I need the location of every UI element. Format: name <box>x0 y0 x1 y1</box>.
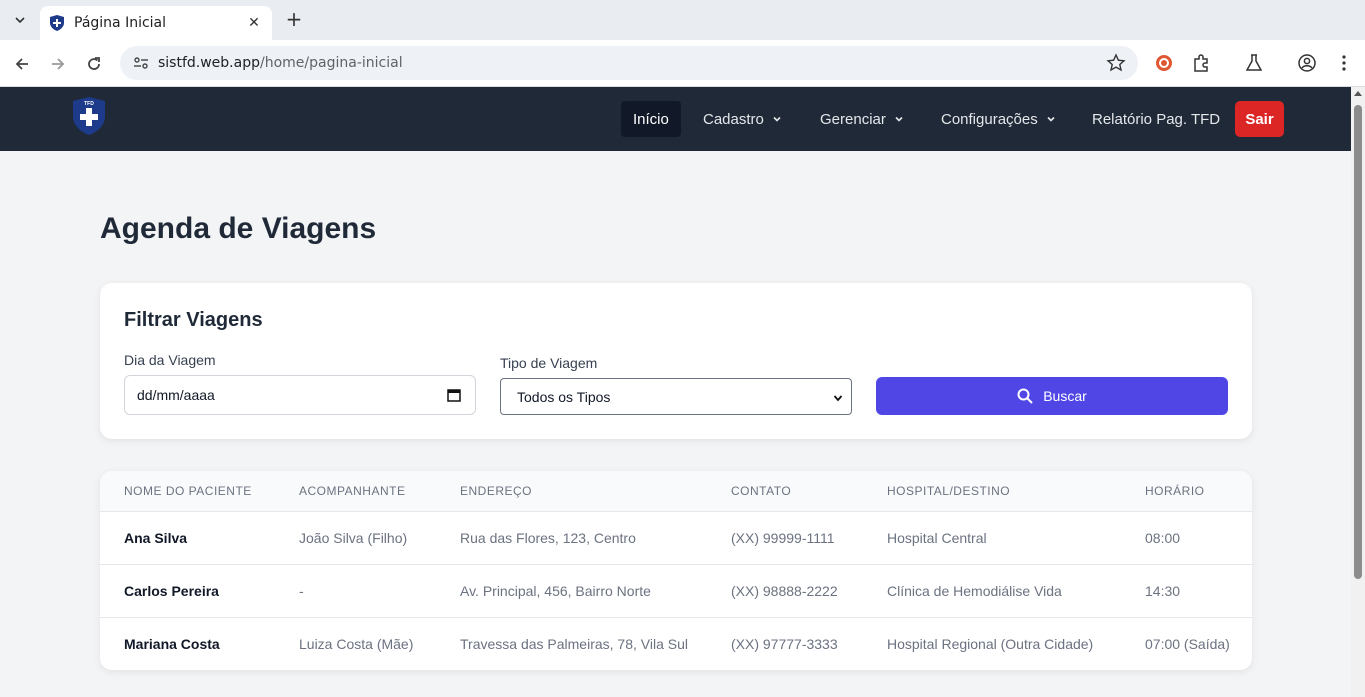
logout-button[interactable]: Sair <box>1235 101 1284 137</box>
new-tab-icon[interactable]: + <box>282 8 306 32</box>
column-header: CONTATO <box>731 484 792 498</box>
chevron-down-icon <box>895 116 903 122</box>
date-input[interactable]: dd/mm/aaaa <box>124 375 476 415</box>
tab-title: Página Inicial <box>74 15 167 31</box>
filter-card: Filtrar Viagens Dia da Viagem dd/mm/aaaa… <box>100 283 1252 439</box>
patient-name: Carlos Pereira <box>124 583 219 599</box>
tab-search-icon[interactable] <box>8 8 32 32</box>
companion: Luiza Costa (Mãe) <box>299 636 414 652</box>
table-header: NOME DO PACIENTE ACOMPANHANTE ENDEREÇO C… <box>100 471 1252 512</box>
time: 14:30 <box>1145 583 1181 599</box>
companion: João Silva (Filho) <box>299 530 408 546</box>
shield-favicon-icon <box>50 15 64 31</box>
column-header: ACOMPANHANTE <box>299 484 406 498</box>
date-label: Dia da Viagem <box>124 352 216 368</box>
trips-table: NOME DO PACIENTE ACOMPANHANTE ENDEREÇO C… <box>100 471 1252 670</box>
page-scrollbar[interactable] <box>1351 87 1365 697</box>
address: Av. Principal, 456, Bairro Norte <box>460 583 651 599</box>
destination: Hospital Central <box>887 530 987 546</box>
table-row[interactable]: Carlos Pereira - Av. Principal, 456, Bai… <box>100 565 1252 618</box>
search-button[interactable]: Buscar <box>876 377 1228 415</box>
back-icon[interactable] <box>10 52 34 76</box>
duckduckgo-extension-icon[interactable] <box>1153 52 1175 74</box>
column-header: HOSPITAL/DESTINO <box>887 484 1011 498</box>
contact: (XX) 98888-2222 <box>731 583 838 599</box>
browser-toolbar: sistfd.web.app/home/pagina-inicial <box>0 40 1365 87</box>
address: Rua das Flores, 123, Centro <box>460 530 636 546</box>
date-placeholder: dd/mm/aaaa <box>137 387 215 403</box>
destination: Hospital Regional (Outra Cidade) <box>887 636 1094 652</box>
chevron-down-icon <box>1047 116 1055 122</box>
site-info-icon[interactable] <box>132 54 150 72</box>
table-row[interactable]: Mariana Costa Luiza Costa (Mãe) Travessa… <box>100 618 1252 670</box>
contact: (XX) 99999-1111 <box>731 530 835 546</box>
scroll-up-arrow-icon[interactable] <box>1354 91 1362 96</box>
nav-inicio[interactable]: Início <box>621 101 681 137</box>
companion: - <box>299 583 304 599</box>
app-navbar: TFD Início Cadastro Gerenciar Configuraç… <box>0 87 1351 151</box>
filter-title: Filtrar Viagens <box>124 309 263 331</box>
time: 07:00 (Saída) <box>1145 636 1230 652</box>
nav-relatorio-pag-tfd[interactable]: Relatório Pag. TFD <box>1080 101 1232 137</box>
bookmark-star-icon[interactable] <box>1106 53 1126 73</box>
nav-cadastro[interactable]: Cadastro <box>691 101 794 137</box>
search-button-label: Buscar <box>1043 388 1087 404</box>
patient-name: Ana Silva <box>124 530 188 546</box>
scrollbar-thumb[interactable] <box>1354 105 1362 579</box>
table-row[interactable]: Ana Silva João Silva (Filho) Rua das Flo… <box>100 512 1252 565</box>
trip-type-select[interactable]: Todos os Tipos <box>500 378 852 415</box>
browser-menu-icon[interactable] <box>1333 52 1355 74</box>
address: Travessa das Palmeiras, 78, Vila Sul <box>460 636 688 652</box>
url-text: sistfd.web.app/home/pagina-inicial <box>158 55 403 71</box>
nav-configuracoes[interactable]: Configurações <box>929 101 1068 137</box>
reload-icon[interactable] <box>82 52 106 76</box>
calendar-icon[interactable] <box>447 388 461 402</box>
chevron-down-icon <box>833 395 843 402</box>
page-title: Agenda de Viagens <box>100 212 377 245</box>
profile-icon[interactable] <box>1296 52 1318 74</box>
address-bar[interactable]: sistfd.web.app/home/pagina-inicial <box>120 46 1138 80</box>
tab-close-icon[interactable]: ✕ <box>246 15 262 31</box>
labs-flask-icon[interactable] <box>1243 52 1265 74</box>
browser-tab[interactable]: Página Inicial ✕ <box>40 6 272 40</box>
chevron-down-icon <box>773 116 781 122</box>
time: 08:00 <box>1145 530 1181 546</box>
column-header: NOME DO PACIENTE <box>124 484 252 498</box>
browser-tabbar: Página Inicial ✕ + <box>0 0 1365 40</box>
extensions-puzzle-icon[interactable] <box>1190 52 1212 74</box>
patient-name: Mariana Costa <box>124 636 220 652</box>
search-icon <box>1017 388 1033 404</box>
svg-text:TFD: TFD <box>84 101 94 107</box>
trip-type-selected: Todos os Tipos <box>517 388 611 405</box>
column-header: ENDEREÇO <box>460 484 533 498</box>
destination: Clínica de Hemodiálise Vida <box>887 583 1062 599</box>
column-header: HORÁRIO <box>1145 484 1205 498</box>
tfd-logo-icon[interactable]: TFD <box>72 96 106 136</box>
contact: (XX) 97777-3333 <box>731 636 838 652</box>
nav-gerenciar[interactable]: Gerenciar <box>808 101 916 137</box>
type-label: Tipo de Viagem <box>500 355 598 371</box>
forward-icon[interactable] <box>46 52 70 76</box>
